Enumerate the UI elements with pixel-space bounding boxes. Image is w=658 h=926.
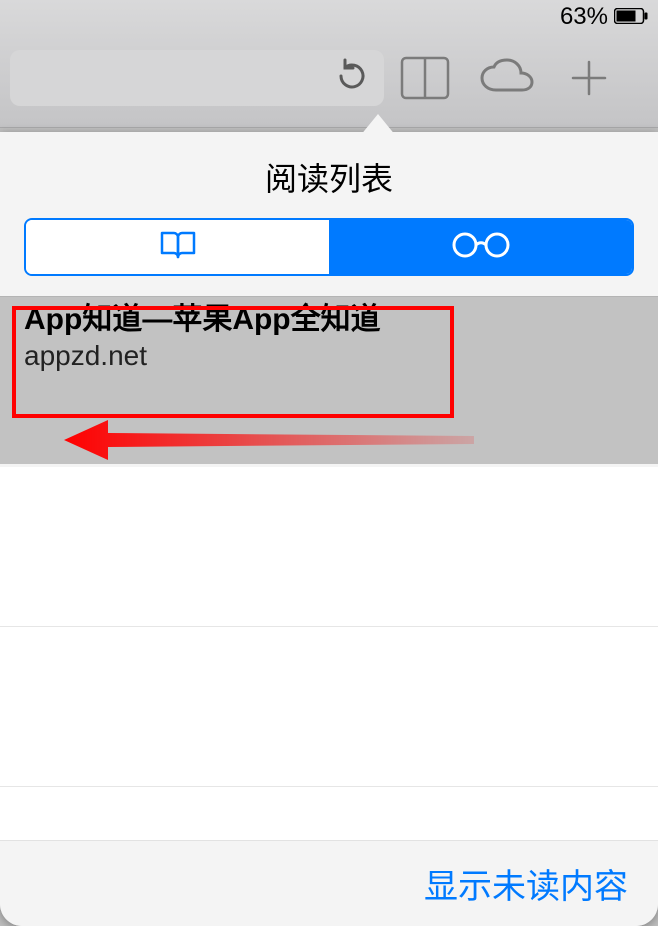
list-row (0, 467, 658, 627)
reading-list-empty-area (0, 467, 658, 840)
battery-percent: 63% (560, 3, 608, 31)
address-bar[interactable] (10, 50, 384, 106)
show-unread-button[interactable]: 显示未读内容 (424, 859, 628, 908)
browser-chrome: 63% (0, 0, 658, 128)
glasses-icon (445, 230, 517, 265)
cloud-tabs-button[interactable] (466, 50, 548, 106)
popover-footer: 显示未读内容 (0, 840, 658, 926)
reading-list-item[interactable]: App知道—苹果App全知道 appzd.net (0, 297, 658, 372)
status-bar: 63% (0, 0, 658, 34)
reading-item-title: App知道—苹果App全知道 (24, 303, 658, 338)
reading-list-popover: 阅读列表 App知道—苹果App全知道 appzd.net (0, 132, 658, 926)
bookmarks-button[interactable] (384, 50, 466, 106)
popover-arrow (360, 114, 396, 136)
reload-icon[interactable] (334, 56, 370, 101)
popover-title: 阅读列表 (0, 132, 658, 198)
new-tab-button[interactable] (548, 50, 630, 106)
book-open-icon (158, 229, 198, 266)
reading-item-domain: appzd.net (24, 340, 658, 372)
toolbar (0, 48, 658, 108)
list-row (0, 627, 658, 787)
segment-unread[interactable] (329, 220, 632, 274)
reading-list: App知道—苹果App全知道 appzd.net (0, 296, 658, 464)
segment-all[interactable] (26, 220, 329, 274)
battery-icon (614, 3, 648, 31)
segmented-control[interactable] (24, 218, 634, 276)
